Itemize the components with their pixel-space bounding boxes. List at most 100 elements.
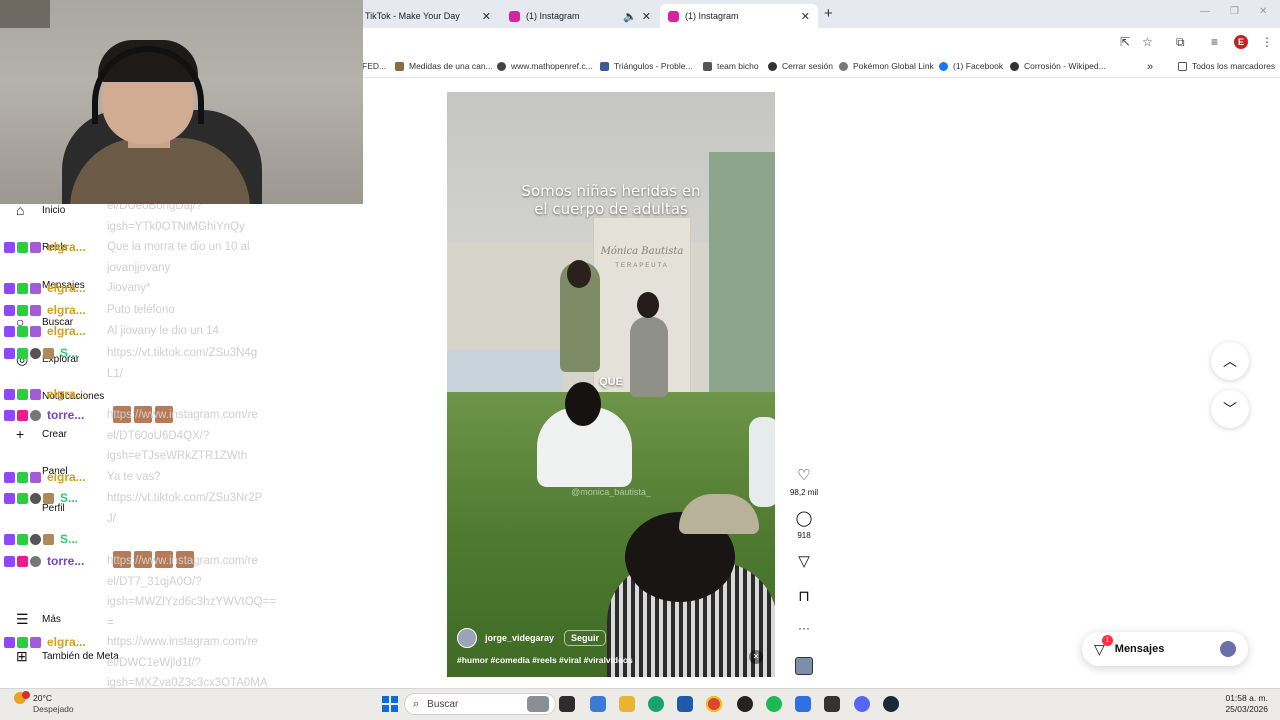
close-window-button[interactable]: ✕ xyxy=(1259,6,1267,17)
menu-icon[interactable]: ⋮ xyxy=(1261,35,1273,49)
taskbar-app-icon[interactable] xyxy=(795,696,811,712)
tab-tiktok[interactable]: TikTok - Make Your Day ✕ xyxy=(357,4,499,28)
nav-crear[interactable]: Crear xyxy=(42,429,67,440)
bookmark-item[interactable]: team bicho xyxy=(703,61,759,71)
chat-username[interactable]: elgra... xyxy=(47,240,86,254)
all-bookmarks[interactable]: Todos los marcadores xyxy=(1178,61,1275,71)
plus-icon[interactable]: + xyxy=(16,426,24,442)
bookmark-label: Medidas de una can... xyxy=(409,61,493,71)
chat-username[interactable]: S... xyxy=(60,532,78,546)
bookmark-icon[interactable]: ⊓ xyxy=(793,587,815,605)
media-control-icon[interactable]: ≡ xyxy=(1211,35,1218,49)
bookmark-item[interactable]: Cerrar sesión xyxy=(768,61,833,71)
hamburger-icon[interactable]: ☰ xyxy=(16,611,29,628)
chat-username[interactable]: torre... xyxy=(47,408,84,422)
more-icon[interactable]: ··· xyxy=(793,621,815,635)
bookmark-item[interactable]: FED... xyxy=(362,61,386,71)
bookmark-item[interactable]: Corrosión - Wikiped... xyxy=(1010,61,1106,71)
reel-hashtags[interactable]: #humor #comedia #reels #viral #viralvide… xyxy=(457,655,633,665)
folder-icon[interactable] xyxy=(619,696,635,712)
taskbar-app-icon[interactable] xyxy=(677,696,693,712)
chat-row: elgra... xyxy=(4,467,86,487)
bookmark-item[interactable]: www.mathopenref.c... xyxy=(497,61,593,71)
star-icon[interactable]: ☆ xyxy=(1142,35,1153,49)
messages-button[interactable]: ▽ 1 Mensajes xyxy=(1082,632,1248,666)
new-tab-button[interactable]: + xyxy=(824,5,833,22)
chat-username[interactable]: elgra... xyxy=(47,635,86,649)
install-app-icon[interactable]: ⇱ xyxy=(1120,35,1130,49)
chat-username[interactable]: torre... xyxy=(47,554,84,568)
chat-username[interactable]: elgra... xyxy=(47,387,86,401)
maximize-button[interactable]: ❐ xyxy=(1230,6,1239,17)
speaker-icon[interactable]: 🔈 xyxy=(623,10,637,23)
previous-reel-button[interactable]: ︿ xyxy=(1211,342,1249,380)
chat-username[interactable]: elgra... xyxy=(47,324,86,338)
reel-video[interactable]: Mónica Bautista TERAPEUTA Somos niñas he… xyxy=(447,92,775,677)
twitch-badge-icon xyxy=(4,555,15,567)
avatar[interactable] xyxy=(457,628,477,648)
sub-badge-icon xyxy=(30,471,41,483)
taskbar-app-icon[interactable] xyxy=(527,696,549,712)
profile-avatar[interactable]: E xyxy=(1234,35,1248,49)
nav-inicio[interactable]: Inicio xyxy=(42,205,65,216)
minimize-button[interactable]: — xyxy=(1200,6,1210,17)
close-icon[interactable]: ✕ xyxy=(482,10,491,23)
twitch-badge-icon xyxy=(4,492,15,504)
weather-temperature[interactable]: 20°C xyxy=(33,693,52,703)
extensions-icon[interactable]: ⧉ xyxy=(1176,35,1185,50)
obs-icon[interactable] xyxy=(737,696,753,712)
close-icon[interactable]: ✕ xyxy=(642,10,651,23)
store-icon[interactable] xyxy=(590,696,606,712)
chat-username[interactable]: S... xyxy=(60,491,78,505)
twitch-badge-icon xyxy=(4,325,15,337)
bookmark-label: FED... xyxy=(362,61,387,71)
chat-username[interactable]: elgra... xyxy=(47,470,86,484)
discord-icon[interactable] xyxy=(854,696,870,712)
taskbar-clock[interactable]: 01:58 a. m. 25/03/2026 xyxy=(1200,693,1268,715)
capcut-icon[interactable] xyxy=(824,696,840,712)
next-reel-button[interactable]: ﹀ xyxy=(1211,390,1249,428)
twitch-badge-icon xyxy=(4,388,15,400)
bookmark-item[interactable]: Medidas de una can... xyxy=(395,61,493,71)
share-icon[interactable]: ▽ xyxy=(793,552,815,570)
gift-badge-icon xyxy=(43,492,54,504)
banner-text: Mónica Bautista xyxy=(600,246,684,257)
windows-start-icon[interactable] xyxy=(382,696,398,712)
edge-icon[interactable] xyxy=(648,696,664,712)
chat-message: Al jiovany le dio un 14 xyxy=(107,325,219,337)
close-icon[interactable]: ✕ xyxy=(801,10,810,23)
bookmark-label: Cerrar sesión xyxy=(782,61,834,71)
twitch-badge-icon xyxy=(4,347,15,359)
reel-username[interactable]: jorge_videgaray xyxy=(485,633,554,643)
tab-instagram-2[interactable]: (1) Instagram ✕ xyxy=(660,4,818,28)
spotify-icon[interactable] xyxy=(766,696,782,712)
follow-button[interactable]: Seguir xyxy=(564,630,607,646)
chat-message: Que la morra te dio un 10 al jovanjjovan… xyxy=(107,241,250,274)
nav-mas[interactable]: Más xyxy=(42,614,61,625)
home-icon[interactable]: ⌂ xyxy=(16,202,24,218)
chat-username[interactable]: S... xyxy=(60,346,78,360)
globe-icon xyxy=(768,61,777,71)
heart-icon[interactable]: ♡ xyxy=(793,466,815,484)
chrome-icon[interactable] xyxy=(706,696,722,712)
taskbar xyxy=(0,688,1280,720)
bookmarks-overflow[interactable]: » xyxy=(1147,61,1153,73)
chat-row: torre... xyxy=(4,405,84,425)
file-explorer-icon[interactable] xyxy=(559,696,575,712)
steam-icon[interactable] xyxy=(883,696,899,712)
check-badge-icon xyxy=(17,347,28,359)
bookmark-item[interactable]: Pokémon Global Link xyxy=(839,61,934,71)
bookmark-item[interactable]: (1) Facebook xyxy=(939,61,1003,71)
sub-badge-icon xyxy=(30,282,41,294)
pokeball-icon xyxy=(839,61,848,71)
comment-icon[interactable]: ◯ xyxy=(793,509,815,527)
check-badge-icon xyxy=(17,282,28,294)
bookmark-item[interactable]: Triángulos - Proble... xyxy=(600,61,693,71)
mute-icon[interactable]: ✕ xyxy=(749,650,763,664)
weather-description[interactable]: Despejado xyxy=(33,704,74,714)
chat-username[interactable]: elgra... xyxy=(47,303,86,317)
tab-instagram-1[interactable]: (1) Instagram 🔈 ✕ xyxy=(501,4,659,28)
chat-message: Ya te vas? xyxy=(107,471,161,483)
chat-username[interactable]: elgra... xyxy=(47,281,86,295)
audio-thumbnail[interactable] xyxy=(795,657,813,675)
